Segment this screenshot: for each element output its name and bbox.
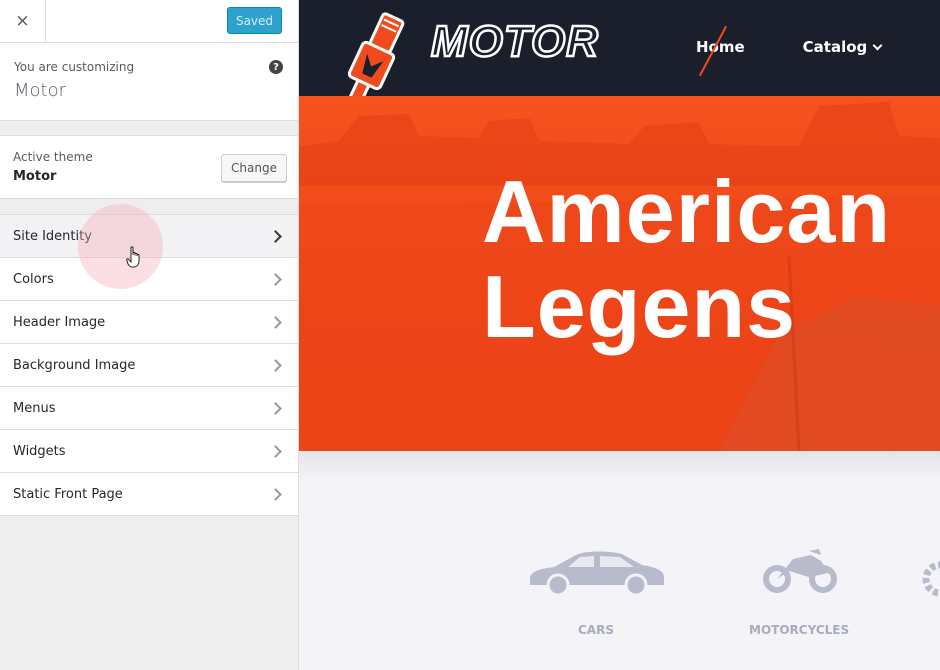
section-widgets[interactable]: Widgets — [0, 430, 298, 473]
section-label: Header Image — [13, 314, 106, 330]
chevron-right-icon — [269, 272, 282, 286]
motor-logo[interactable]: MOTOR — [329, 0, 619, 96]
close-icon: × — [15, 11, 30, 31]
category-cars[interactable]: CARS — [524, 545, 668, 637]
section-label: Widgets — [13, 443, 66, 459]
car-icon — [530, 551, 664, 597]
close-button[interactable]: × — [0, 0, 46, 42]
section-background-image[interactable]: Background Image — [0, 344, 298, 387]
section-divider — [299, 451, 940, 481]
main-navigation: Home Catalog B — [696, 38, 940, 56]
category-label: MOTORCYCLES — [749, 623, 850, 637]
chevron-right-icon — [269, 315, 282, 329]
category-row: CARS MOTORCYCLES — [299, 545, 940, 645]
section-menus[interactable]: Menus — [0, 387, 298, 430]
category-motorcycles[interactable]: MOTORCYCLES — [749, 545, 849, 637]
section-colors[interactable]: Colors — [0, 258, 298, 301]
site-preview: MOTOR Home Catalog B American Legens — [299, 0, 940, 670]
hero-banner: American Legens — [299, 96, 940, 451]
customizing-label: You are customizing — [14, 60, 135, 74]
section-static-front-page[interactable]: Static Front Page — [0, 473, 298, 516]
customizer-sidebar: × Saved You are customizing Motor ? Acti… — [0, 0, 299, 670]
saved-button[interactable]: Saved — [227, 7, 282, 34]
active-theme-panel: Active theme Motor Change — [0, 135, 298, 199]
chevron-right-icon — [269, 401, 282, 415]
section-site-identity[interactable]: Site Identity — [0, 215, 298, 258]
section-header-image[interactable]: Header Image — [0, 301, 298, 344]
section-label: Static Front Page — [13, 486, 123, 502]
site-header: MOTOR Home Catalog B — [299, 0, 940, 96]
nav-home[interactable]: Home — [696, 38, 745, 56]
hero-heading: American Legens — [482, 162, 892, 356]
chevron-down-icon — [872, 40, 883, 50]
chevron-right-icon — [269, 444, 282, 458]
section-label: Menus — [13, 400, 56, 416]
chevron-right-icon — [269, 358, 282, 372]
chevron-right-icon — [269, 487, 282, 501]
section-label: Background Image — [13, 357, 136, 373]
partial-category-icon — [922, 561, 940, 597]
site-title: Motor — [14, 80, 67, 101]
logo-text: MOTOR — [431, 17, 599, 66]
category-label: CARS — [578, 623, 614, 637]
customizer-header: × Saved — [0, 0, 298, 43]
customizer-sections: Site Identity Colors Header Image Backgr… — [0, 214, 298, 516]
nav-catalog[interactable]: Catalog — [803, 38, 883, 56]
section-label: Site Identity — [13, 228, 92, 244]
help-icon[interactable]: ? — [269, 60, 283, 74]
chevron-right-icon — [269, 229, 282, 243]
section-label: Colors — [13, 271, 54, 287]
customizing-info: You are customizing Motor ? — [0, 43, 298, 121]
motorcycle-icon — [763, 549, 838, 593]
change-theme-button[interactable]: Change — [221, 154, 287, 182]
